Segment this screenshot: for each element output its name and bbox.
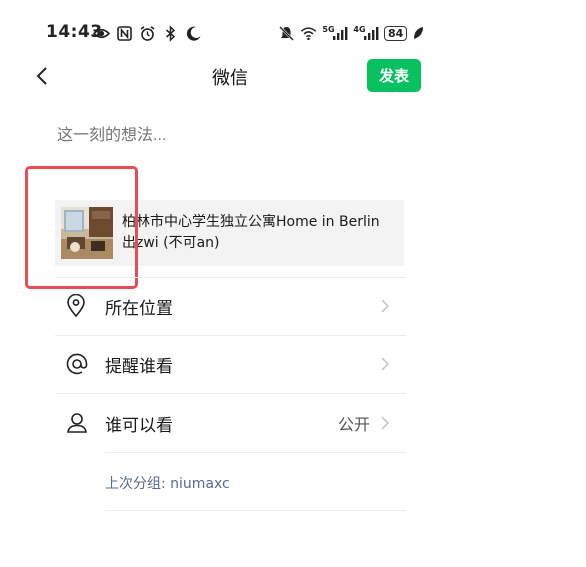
signal-5g-label: 5G — [322, 24, 335, 34]
alarm-icon — [139, 25, 156, 42]
visibility-row[interactable]: 谁可以看 公开 — [55, 394, 406, 452]
divider — [105, 452, 406, 453]
eye-icon — [93, 25, 110, 42]
leaf-icon — [412, 25, 424, 42]
signal-4g-icon: 4G — [353, 25, 379, 42]
person-icon — [55, 411, 95, 435]
chevron-right-icon — [378, 298, 392, 314]
divider — [105, 510, 406, 511]
mute-icon — [278, 25, 295, 42]
moment-text-input[interactable] — [55, 126, 409, 146]
highlight-annotation-box — [25, 166, 138, 289]
mention-row[interactable]: 提醒谁看 — [55, 335, 406, 393]
visibility-value: 公开 — [337, 415, 370, 434]
last-group-link[interactable]: 上次分组: niumaxc — [105, 473, 230, 493]
publish-button[interactable]: 发表 — [367, 59, 421, 92]
battery-icon: 84 — [384, 25, 408, 41]
at-icon — [55, 352, 95, 376]
location-pin-icon — [55, 294, 95, 318]
signal-5g-icon: 5G — [322, 25, 348, 42]
signal-4g-label: 4G — [353, 24, 366, 34]
wifi-icon — [300, 25, 317, 42]
link-title-line2: 出zwi (不可an) — [122, 235, 220, 251]
mention-label: 提醒谁看 — [105, 356, 173, 377]
link-title: 柏林市中心学生独立公寓Home in Berlin 出zwi (不可an) — [122, 212, 392, 254]
location-row[interactable]: 所在位置 — [55, 277, 406, 335]
chevron-right-icon — [378, 356, 392, 372]
link-title-line1: 柏林市中心学生独立公寓Home in Berlin — [122, 214, 380, 230]
status-left-icons — [93, 24, 202, 42]
bluetooth-icon — [162, 24, 179, 42]
location-label: 所在位置 — [105, 298, 173, 319]
nfc-icon — [116, 25, 133, 42]
moon-icon — [185, 25, 202, 42]
visibility-label: 谁可以看 — [105, 415, 173, 436]
status-right-icons: 5G 4G 84 — [278, 24, 424, 42]
chevron-right-icon — [378, 415, 392, 431]
